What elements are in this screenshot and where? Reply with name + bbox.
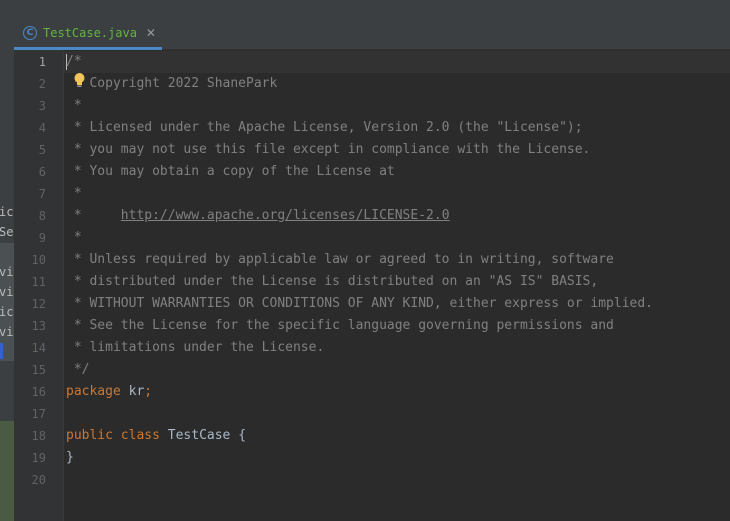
license-link[interactable]: http://www.apache.org/licenses/LICENSE-2… bbox=[121, 208, 450, 223]
line-number: 14 bbox=[31, 341, 46, 355]
code-line-8[interactable]: * http://www.apache.org/licenses/LICENSE… bbox=[66, 205, 450, 227]
code-line-7[interactable]: * bbox=[66, 183, 82, 205]
project-item-fragment[interactable]: vi bbox=[0, 265, 13, 279]
line-number: 19 bbox=[31, 451, 46, 465]
project-item-fragment[interactable]: ic bbox=[0, 305, 13, 319]
code-line-3[interactable]: * bbox=[66, 95, 82, 117]
line-number: 3 bbox=[38, 99, 46, 113]
line-number: 2 bbox=[38, 77, 46, 91]
code-line-15[interactable]: */ bbox=[66, 359, 90, 381]
line-number: 20 bbox=[31, 473, 46, 487]
line-number: 18 bbox=[31, 429, 46, 443]
project-tool-window[interactable]: ic Se vi vi ic vi bbox=[0, 17, 14, 521]
comment-prefix: * bbox=[66, 208, 121, 223]
code-line-11[interactable]: * distributed under the License is distr… bbox=[66, 271, 598, 293]
code-line-2[interactable]: * Copyright 2022 ShanePark bbox=[66, 73, 278, 95]
line-number: 5 bbox=[38, 143, 46, 157]
open-brace: { bbox=[238, 428, 247, 443]
semicolon: ; bbox=[144, 384, 153, 399]
code-editor[interactable]: /* * Copyright 2022 ShanePark * * Licens… bbox=[64, 50, 730, 521]
line-number: 13 bbox=[31, 319, 46, 333]
project-item-fragment[interactable]: Se bbox=[0, 225, 13, 239]
line-number: 11 bbox=[31, 275, 46, 289]
lightbulb-icon[interactable] bbox=[73, 72, 86, 90]
line-number: 7 bbox=[38, 187, 46, 201]
code-line-18[interactable]: public class TestCase { bbox=[66, 425, 246, 447]
class-name: TestCase bbox=[167, 428, 231, 443]
project-item-fragment[interactable]: vi bbox=[0, 325, 13, 339]
code-line-6[interactable]: * You may obtain a copy of the License a… bbox=[66, 161, 395, 183]
keyword-package: package bbox=[66, 384, 121, 399]
line-number: 15 bbox=[31, 363, 46, 377]
text-caret bbox=[66, 54, 67, 70]
project-selection-marker bbox=[0, 343, 3, 359]
project-item-fragment[interactable]: vi bbox=[0, 285, 13, 299]
line-number: 6 bbox=[38, 165, 46, 179]
editor-tab-bar: C TestCase.java ✕ bbox=[14, 17, 730, 50]
code-line-19[interactable]: } bbox=[66, 447, 74, 469]
line-number: 17 bbox=[31, 407, 46, 421]
current-line-highlight bbox=[64, 51, 730, 73]
title-strip bbox=[0, 0, 730, 18]
tab-label: TestCase.java bbox=[43, 26, 137, 40]
project-green-area bbox=[0, 421, 14, 521]
line-number: 4 bbox=[38, 121, 46, 135]
code-line-12[interactable]: * WITHOUT WARRANTIES OR CONDITIONS OF AN… bbox=[66, 293, 653, 315]
line-number: 10 bbox=[31, 253, 46, 267]
keyword-public: public bbox=[66, 428, 113, 443]
line-number: 16 bbox=[31, 385, 46, 399]
package-name: kr bbox=[128, 384, 145, 399]
code-line-1[interactable]: /* bbox=[66, 51, 82, 73]
keyword-class: class bbox=[120, 428, 160, 443]
code-line-13[interactable]: * See the License for the specific langu… bbox=[66, 315, 614, 337]
line-number: 12 bbox=[31, 297, 46, 311]
code-line-4[interactable]: * Licensed under the Apache License, Ver… bbox=[66, 117, 583, 139]
line-number-gutter[interactable]: 1 2 3 4 5 6 7 8 9 10 11 12 13 14 15 16 1… bbox=[14, 50, 64, 521]
code-line-5[interactable]: * you may not use this file except in co… bbox=[66, 139, 591, 161]
close-icon[interactable]: ✕ bbox=[146, 27, 156, 39]
project-item-fragment[interactable]: ic bbox=[0, 205, 13, 219]
code-line-9[interactable]: * bbox=[66, 227, 82, 249]
line-number: 1 bbox=[38, 55, 46, 69]
code-line-14[interactable]: * limitations under the License. bbox=[66, 337, 324, 359]
code-line-16[interactable]: package kr; bbox=[66, 381, 152, 403]
tab-testcase-java[interactable]: C TestCase.java ✕ bbox=[14, 17, 162, 50]
line-number: 9 bbox=[38, 231, 46, 245]
code-line-10[interactable]: * Unless required by applicable law or a… bbox=[66, 249, 614, 271]
class-icon: C bbox=[23, 26, 37, 40]
line-number: 8 bbox=[38, 209, 46, 223]
